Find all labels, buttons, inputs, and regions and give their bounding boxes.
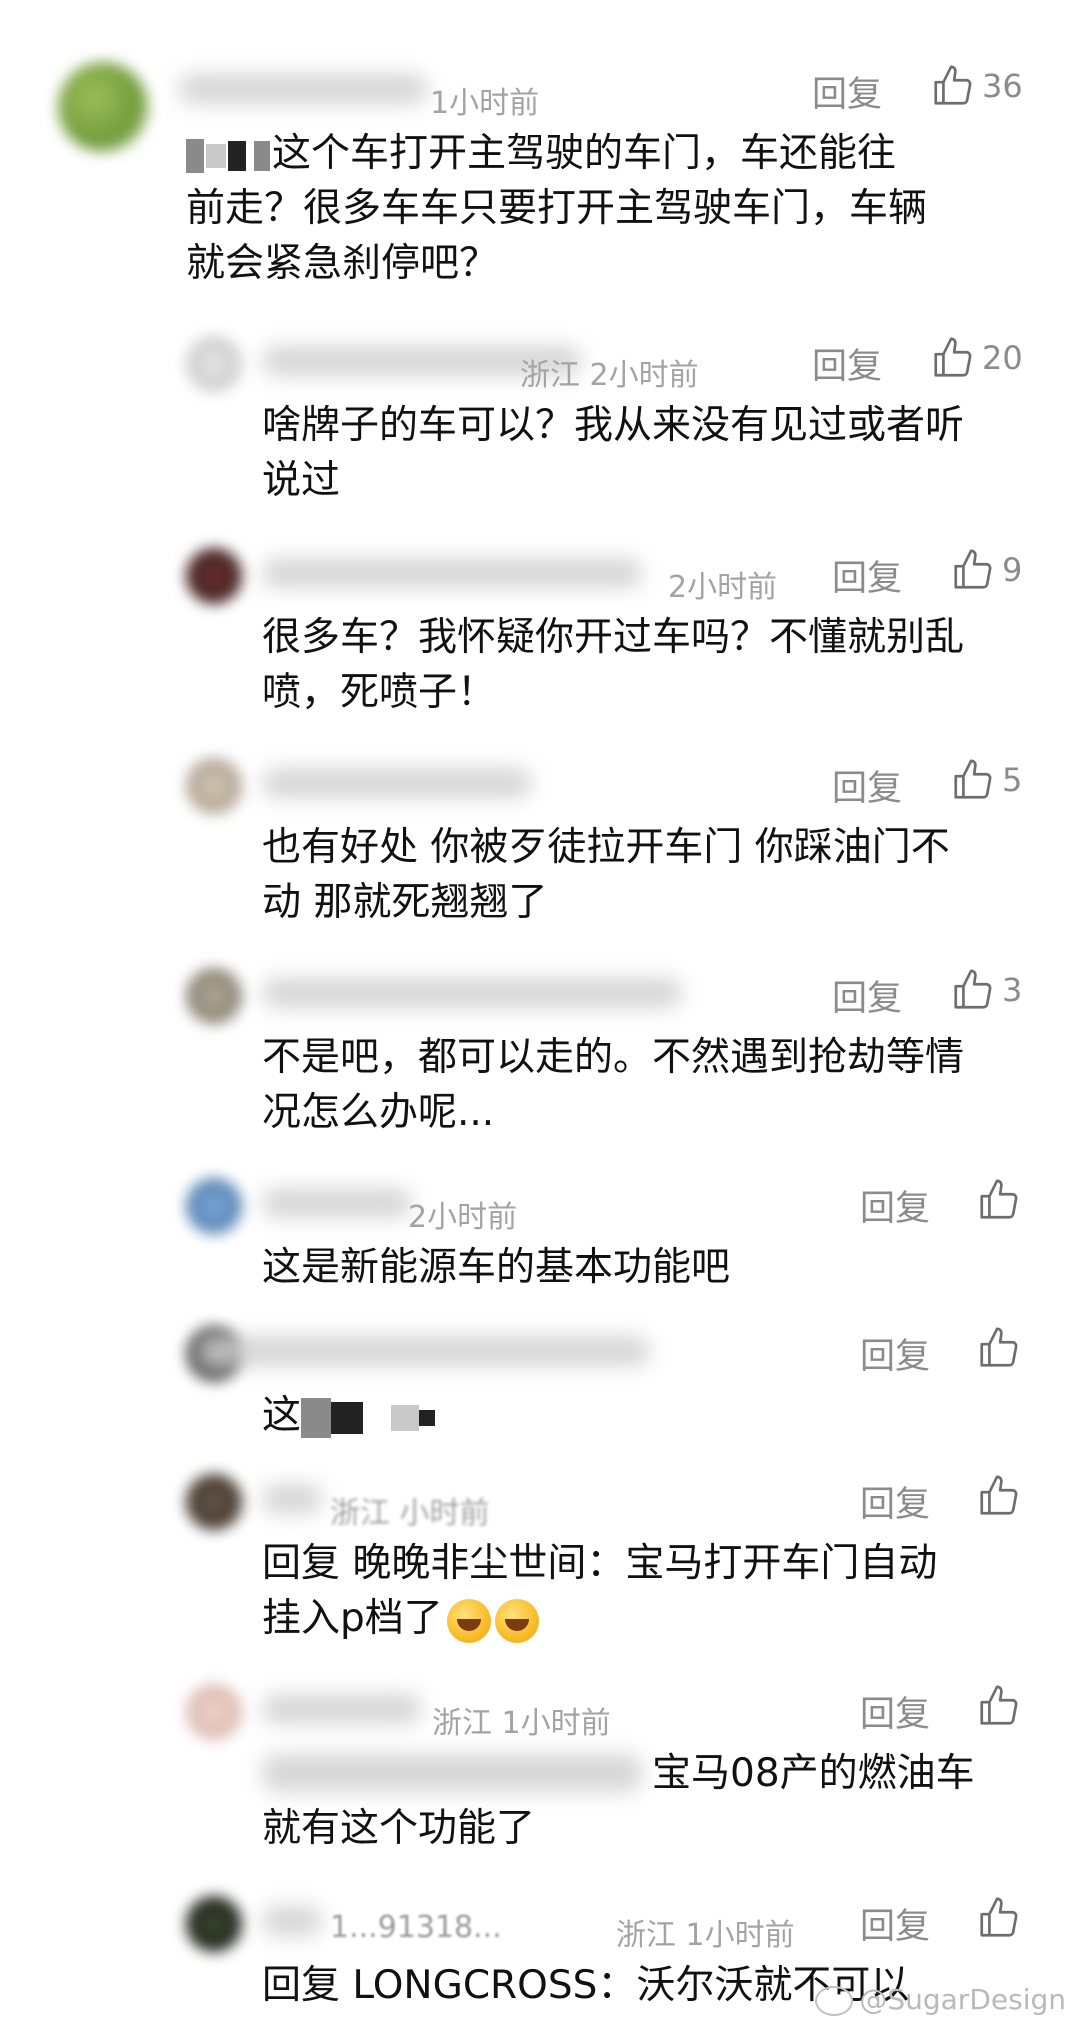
username-blurred[interactable]: [262, 978, 682, 1008]
like-button[interactable]: [976, 1892, 1022, 1944]
comment-location-time: 浙江 小时前: [330, 1496, 490, 1531]
like-count: 20: [982, 339, 1023, 377]
avatar[interactable]: [186, 548, 242, 604]
username-blurred[interactable]: [262, 768, 532, 798]
reply-button[interactable]: 回复: [860, 1686, 930, 1737]
comment-location-time: 浙江 1小时前: [432, 1706, 611, 1741]
comment-text: 宝马08产的燃油车 就有这个功能了: [262, 1746, 975, 1856]
comment-text: 这个车打开主驾驶的车门，车还能往 前走？很多车车只要打开主驾驶车门，车辆 就会紧…: [186, 126, 927, 291]
like-button[interactable]: 9: [950, 544, 1022, 596]
reply-button[interactable]: 回复: [812, 338, 882, 389]
thumbs-up-icon: [980, 1475, 1018, 1515]
avatar[interactable]: [186, 1896, 242, 1952]
thumbs-up-icon: [934, 65, 972, 105]
like-button[interactable]: 36: [930, 60, 1023, 112]
weibo-logo-icon: [815, 1986, 854, 2016]
comment-body: 这: [262, 1393, 302, 1438]
thumbs-up-icon: [954, 549, 992, 589]
avatar[interactable]: [186, 758, 242, 814]
like-button[interactable]: [976, 1174, 1022, 1226]
username-partial[interactable]: 1...91318...: [330, 1910, 502, 1945]
thumbs-up-icon: [934, 337, 972, 377]
like-button[interactable]: [976, 1680, 1022, 1732]
like-button[interactable]: 20: [930, 332, 1023, 384]
like-button[interactable]: 5: [950, 754, 1022, 806]
like-button[interactable]: [976, 1322, 1022, 1374]
comment-location-time: 浙江 1小时前: [616, 1918, 795, 1953]
thumbs-up-icon: [954, 969, 992, 1009]
thumbs-up-icon: [980, 1897, 1018, 1937]
comment-text: 回复 晚晚非尘世间：宝马打开车门自动 挂入p档了: [262, 1536, 937, 1646]
reply-button[interactable]: 回复: [860, 1180, 930, 1231]
like-button[interactable]: [976, 1470, 1022, 1522]
avatar[interactable]: [186, 1178, 242, 1234]
username-blurred[interactable]: [178, 74, 428, 104]
reply-button[interactable]: 回复: [832, 550, 902, 601]
reply-button[interactable]: 回复: [832, 760, 902, 811]
thumbs-up-icon: [980, 1179, 1018, 1219]
username-blurred[interactable]: [262, 1694, 422, 1724]
avatar[interactable]: [58, 62, 148, 152]
facepalm-emoji-icon: [494, 1598, 539, 1643]
avatar[interactable]: [186, 1474, 242, 1530]
reply-button[interactable]: 回复: [860, 1476, 930, 1527]
username-blurred[interactable]: [262, 1188, 412, 1218]
comment-text: 这是新能源车的基本功能吧: [262, 1245, 731, 1290]
thumbs-up-icon: [980, 1685, 1018, 1725]
comment-body: 宝马08产的燃油车 就有这个功能了: [262, 1751, 975, 1851]
comment-text: 很多车？我怀疑你开过车吗？不懂就别乱 喷，死喷子！: [262, 615, 965, 715]
thumbs-up-icon: [954, 759, 992, 799]
reply-button[interactable]: 回复: [860, 1328, 930, 1379]
watermark-text: @SugarDesign: [859, 1983, 1066, 2016]
comment-time: 1小时前: [430, 86, 540, 121]
watermark: @SugarDesign: [815, 1983, 1066, 2016]
comment-text: 回复 LONGCROSS：沃尔沃就不可以: [262, 1963, 910, 2008]
reply-button[interactable]: 回复: [860, 1898, 930, 1949]
reply-button[interactable]: 回复: [832, 970, 902, 1021]
comment-location-time: 浙江 2小时前: [520, 358, 699, 393]
comment-time: 2小时前: [668, 570, 778, 605]
avatar[interactable]: [186, 968, 242, 1024]
like-count: 9: [1002, 551, 1023, 589]
username-blurred[interactable]: [262, 1484, 322, 1514]
avatar[interactable]: [186, 336, 242, 392]
comment-text: 不是吧，都可以走的。不然遇到抢劫等情 况怎么办呢...: [262, 1035, 965, 1135]
comment-body: 回复 晚晚非尘世间：宝马打开车门自动 挂入p档了: [262, 1541, 938, 1641]
like-count: 3: [1002, 971, 1023, 1009]
thumbs-up-icon: [980, 1327, 1018, 1367]
facepalm-emoji-icon: [446, 1598, 491, 1643]
username-blurred[interactable]: [200, 1336, 650, 1366]
username-blurred[interactable]: [262, 558, 642, 588]
avatar[interactable]: [186, 1684, 242, 1740]
like-button[interactable]: 3: [950, 964, 1022, 1016]
reply-button[interactable]: 回复: [812, 66, 882, 117]
like-count: 36: [982, 67, 1023, 105]
comment-text: 也有好处 你被歹徒拉开车门 你踩油门不 动 那就死翘翘了: [262, 825, 950, 925]
username-blurred[interactable]: [262, 1906, 322, 1936]
comment-text: 这: [262, 1388, 436, 1443]
like-count: 5: [1002, 761, 1023, 799]
comment-text: 啥牌子的车可以？我从来没有见过或者听 说过: [262, 403, 965, 503]
comment-body: 这个车打开主驾驶的车门，车还能往 前走？很多车车只要打开主驾驶车门，车辆 就会紧…: [186, 131, 928, 286]
comment-time: 2小时前: [408, 1200, 518, 1235]
